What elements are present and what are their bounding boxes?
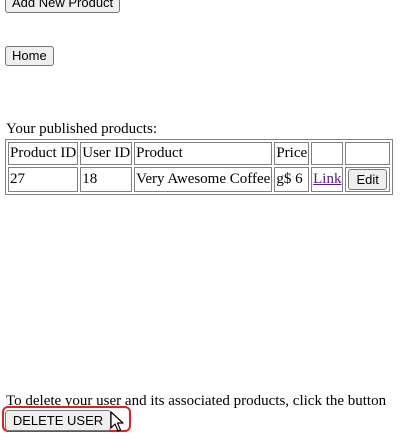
cell-user-id: 18: [80, 167, 133, 192]
home-button[interactable]: Home: [5, 46, 54, 66]
pointer-cursor-icon: [110, 411, 124, 432]
column-header-product: Product: [134, 142, 273, 165]
cell-edit: Edit: [345, 167, 390, 192]
cell-product-name: Very Awesome Coffee: [134, 167, 273, 192]
cell-link: Link: [311, 167, 344, 192]
add-new-product-button[interactable]: Add New Product: [5, 0, 121, 13]
table-row: 27 18 Very Awesome Coffee g$ 6 Link Edit: [8, 167, 390, 192]
edit-button[interactable]: Edit: [348, 169, 387, 190]
column-header-edit: [345, 142, 390, 165]
cell-product-id: 27: [8, 167, 79, 192]
cell-price: g$ 6: [274, 167, 310, 192]
column-header-product-id: Product ID: [8, 142, 79, 165]
product-link[interactable]: Link: [313, 171, 341, 187]
column-header-link: [311, 142, 344, 165]
published-products-heading: Your published products:: [6, 121, 157, 137]
column-header-user-id: User ID: [80, 142, 133, 165]
table-header-row: Product ID User ID Product Price: [8, 142, 390, 165]
column-header-price: Price: [274, 142, 310, 165]
delete-user-button[interactable]: DELETE USER: [5, 410, 111, 431]
products-table: Product ID User ID Product Price 27 18 V…: [5, 139, 393, 195]
